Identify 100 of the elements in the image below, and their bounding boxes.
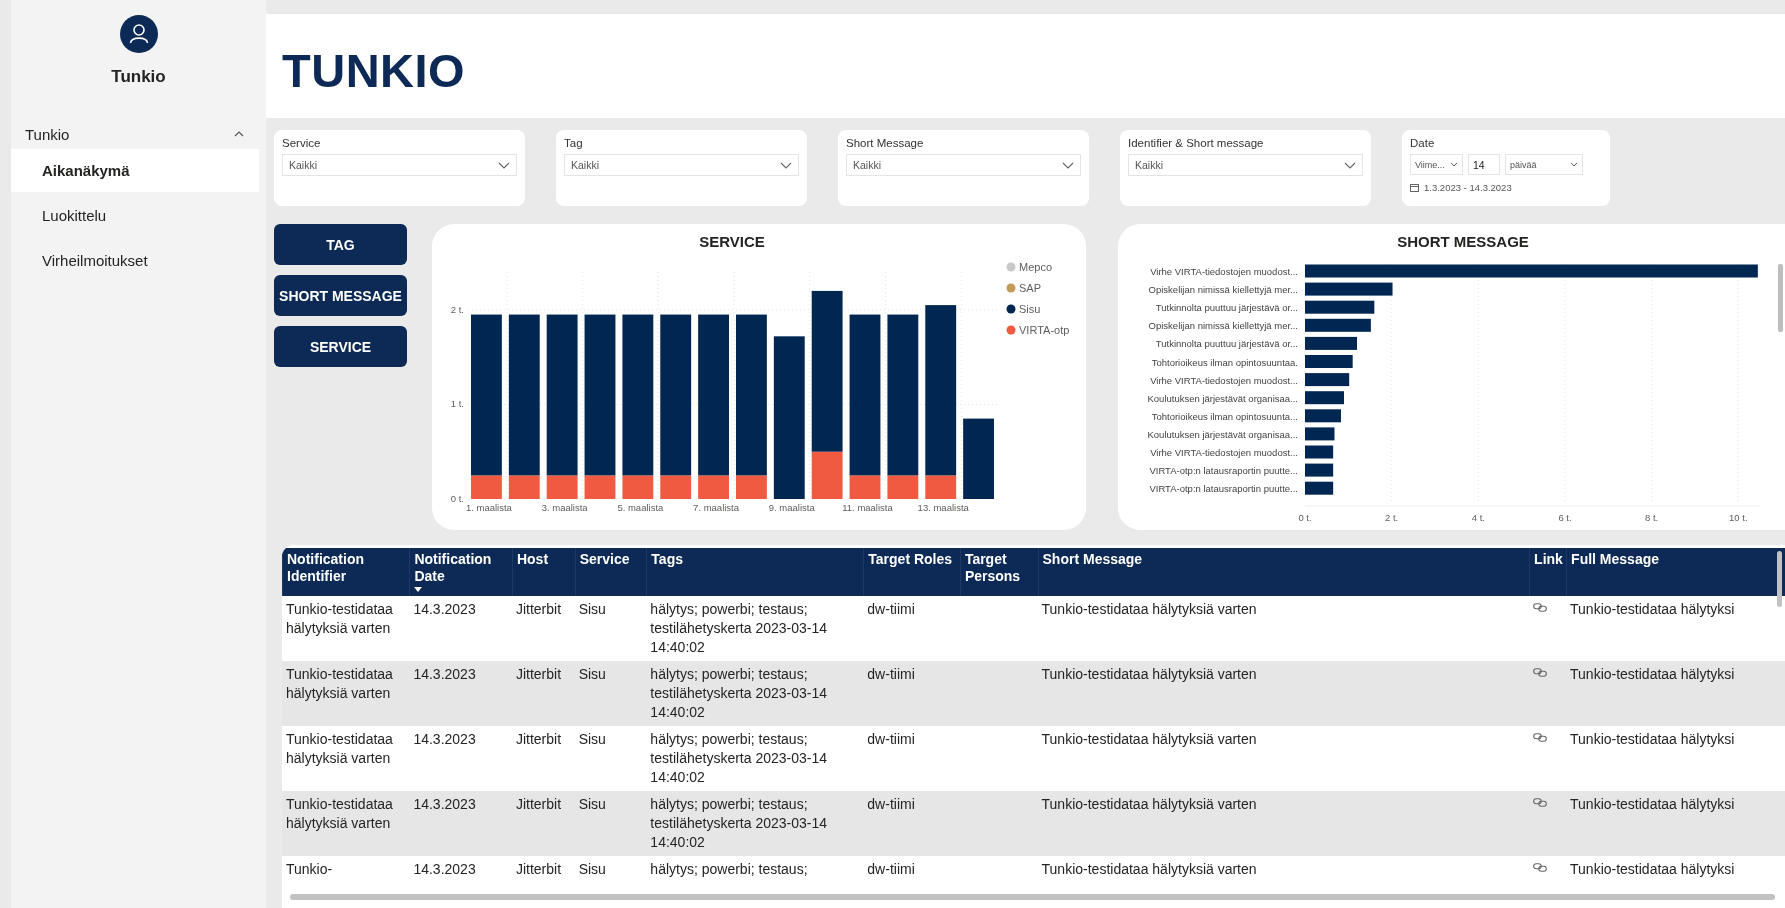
chevron-down-icon (780, 161, 792, 169)
axis-tick-label: 0 t. (1298, 512, 1312, 523)
filter-label: Service (282, 137, 322, 149)
view-button[interactable]: SERVICE (274, 326, 407, 367)
table-cell: Jitterbit (515, 861, 562, 877)
nav-item[interactable]: Virheilmoitukset (11, 239, 266, 282)
column-header[interactable]: Notification Date (409, 548, 512, 596)
table-cell: Tunkio-testidataa hälytyksi (1570, 666, 1735, 682)
period-dropdown[interactable]: Viime... (1410, 154, 1463, 175)
chart-bar (1305, 445, 1334, 459)
legend-label: Mepco (1019, 261, 1053, 273)
table-cell: Tunkio-testidataa hälytyksiä varten (286, 666, 393, 701)
chart-bar (1305, 409, 1341, 423)
category-label: Opiskelijan nimissä kiellettyjä mer... (1148, 284, 1298, 296)
chart-bar (1305, 355, 1353, 368)
filter-dropdown[interactable]: Kaikki (846, 154, 1081, 176)
table-cell: Sisu (578, 666, 606, 682)
column-header[interactable]: Notification Identifier (282, 548, 410, 596)
table-cell: dw-tiimi (867, 861, 915, 877)
category-label: Opiskelijan nimissä kiellettyjä mer... (1148, 320, 1298, 332)
axis-tick-label: 2 t. (1385, 512, 1399, 523)
scrollbar-thumb[interactable] (1778, 264, 1783, 332)
scrollbar-thumb[interactable] (1777, 551, 1782, 607)
page-title: TUNKIO (282, 42, 466, 98)
axis-tick-label: 5. maalista (617, 502, 664, 513)
category-label: Koulutuksen järjestävät organisaa... (1147, 392, 1298, 404)
table-cell: dw-tiimi (867, 666, 915, 682)
column-header[interactable]: Link (1529, 548, 1567, 596)
view-button[interactable]: TAG (274, 224, 407, 265)
link-icon[interactable] (1533, 733, 1548, 742)
chart-bar (1305, 318, 1371, 332)
category-label: Tohtorioikeus ilman opintosuunta... (1151, 410, 1298, 422)
chart-title: SHORT MESSAGE (1397, 233, 1529, 250)
table-cell: Tunkio-testidataa hälytyksi (1570, 861, 1735, 877)
user-name: Tunkio (111, 67, 166, 87)
table-cell: Sisu (578, 796, 606, 812)
view-button[interactable]: SHORT MESSAGE (274, 275, 407, 316)
table-cell: hälytys; powerbi; testaus; testilähetyskerta 2023-03-14 14:40:02 (650, 796, 828, 850)
category-label: Tohtorioikeus ilman opintosuuntaa. (1151, 356, 1298, 368)
nav-item[interactable]: Aikanäkymä (11, 149, 259, 192)
table-cell: dw-tiimi (867, 731, 915, 747)
table-cell: 14.3.2023 (413, 666, 476, 682)
table-cell: dw-tiimi (867, 601, 915, 617)
category-label: VIRTA-otp:n latausraportin puutte... (1149, 465, 1298, 477)
column-header[interactable]: Short Message (1037, 548, 1530, 596)
scrollbar-thumb[interactable] (290, 894, 1775, 900)
category-label: Virhe VIRTA-tiedostojen muodost... (1150, 374, 1298, 386)
table-cell: Jitterbit (515, 731, 562, 747)
column-header[interactable]: Host (511, 548, 575, 596)
axis-tick-label: 0 t. (450, 493, 464, 504)
axis-tick-label: 13. maalista (917, 502, 969, 513)
chart-bar (1305, 481, 1334, 495)
table-cell: Tunkio-testidataa hälytyksi (1570, 601, 1735, 617)
sort-descending-icon (414, 587, 423, 592)
link-icon[interactable] (1533, 668, 1548, 677)
filter-label: Tag (564, 137, 584, 149)
table-cell: Tunkio-testidataa hälytyksiä varten (286, 796, 393, 831)
chart-bar (1305, 373, 1350, 387)
caret-icon (234, 131, 244, 137)
table-cell: hälytys; powerbi; testaus; testilähetyskerta 2023-03-14 14:40:02 (650, 731, 828, 785)
filter-dropdown[interactable]: Kaikki (282, 154, 517, 176)
table-cell: Tunkio-testidataa hälytyksi (1570, 796, 1735, 812)
table-cell: Tunkio-testidataa hälytyksiä varten (1041, 861, 1257, 877)
unit-dropdown[interactable]: päivää (1505, 154, 1583, 175)
table-cell: 14.3.2023 (413, 601, 476, 617)
axis-tick-label: 9. maalista (768, 502, 815, 513)
link-icon[interactable] (1533, 798, 1548, 807)
link-icon[interactable] (1533, 603, 1548, 612)
filter-dropdown[interactable]: Kaikki (564, 154, 799, 176)
legend-label: VIRTA-otp (1019, 324, 1070, 336)
filter-dropdown[interactable]: Kaikki (1128, 154, 1363, 176)
date-range: 1.3.2023 - 14.3.2023 (1424, 182, 1512, 193)
chart-bar (1305, 463, 1334, 477)
table-cell: Tunkio-testidataa hälytyksiä varten (1041, 731, 1257, 747)
legend-label: Sisu (1019, 303, 1041, 315)
chevron-down-icon (1570, 162, 1578, 167)
amount-field[interactable]: 14 (1468, 154, 1500, 175)
category-label: Koulutuksen järjestävät organisaa... (1147, 428, 1298, 440)
user-avatar-icon (119, 15, 158, 53)
axis-tick-label: 1 t. (450, 398, 464, 410)
nav-item[interactable]: Luokittelu (11, 194, 266, 237)
nav-group-header[interactable]: Tunkio (11, 121, 266, 147)
link-icon[interactable] (1533, 863, 1548, 872)
chevron-down-icon (1344, 161, 1356, 169)
table-cell: Jitterbit (515, 601, 562, 617)
column-header[interactable]: Service (574, 548, 647, 596)
table-cell: Tunkio-testidataa hälytyksiä varten (1041, 796, 1257, 812)
table-cell: hälytys; powerbi; testaus; testilähetyskerta 2023-03-14 14:40:02 (650, 601, 828, 655)
axis-tick-label: 10 t. (1729, 512, 1748, 523)
category-label: Tutkinnolta puuttuu järjestävä or... (1155, 302, 1298, 314)
table-cell: Tunkio-testidataa hälytyksiä varten (1041, 601, 1257, 617)
chevron-down-icon (1450, 162, 1458, 167)
chart-bar (1305, 391, 1344, 405)
column-header[interactable]: Target Roles (863, 548, 960, 596)
axis-tick-label: 2 t. (450, 303, 464, 315)
table-cell: 14.3.2023 (413, 796, 476, 812)
column-header[interactable]: Target Persons (959, 548, 1038, 596)
filter-label: Short Message (846, 137, 925, 149)
table-cell: 14.3.2023 (413, 731, 476, 747)
column-header[interactable]: Tags (646, 548, 864, 596)
